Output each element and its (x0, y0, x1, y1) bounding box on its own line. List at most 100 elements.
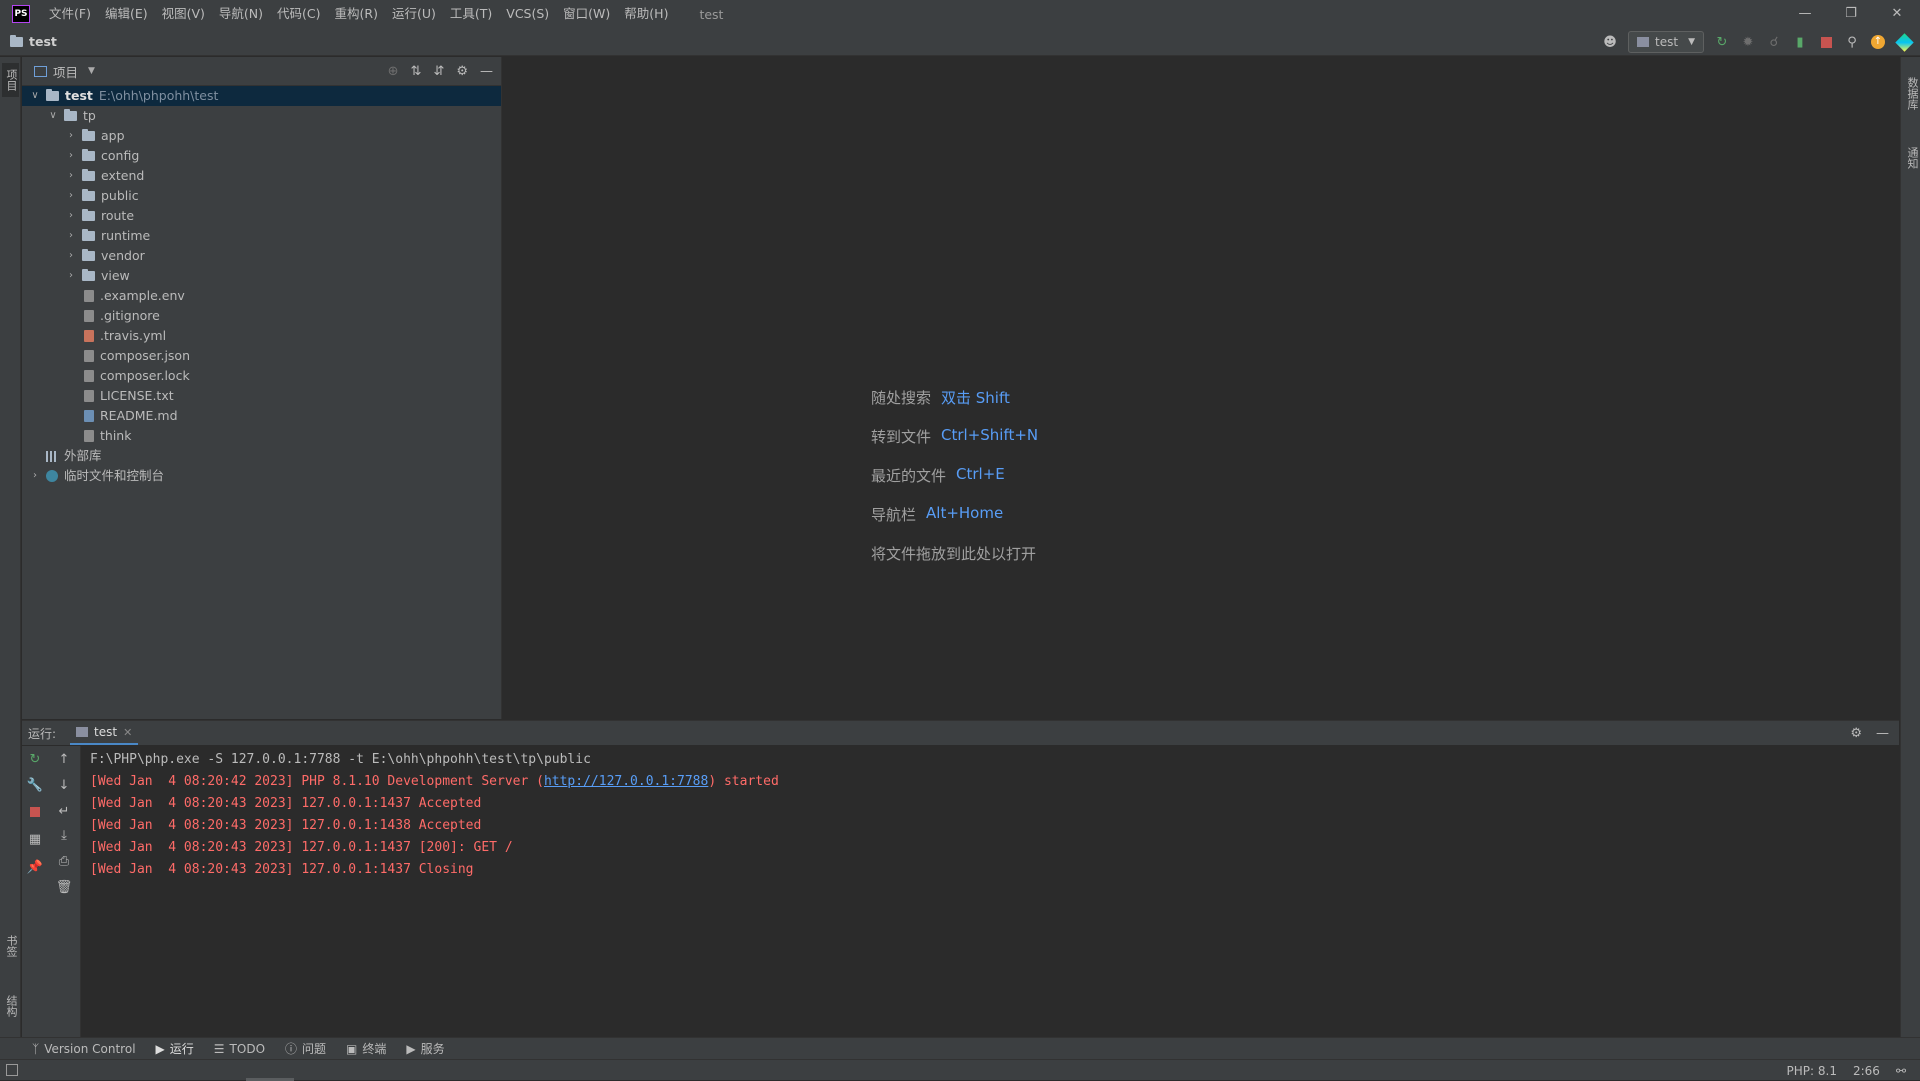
chevron-right-icon[interactable]: › (64, 246, 78, 266)
restore-icon[interactable]: ❐ (1828, 0, 1874, 28)
tree-scratches[interactable]: › 临时文件和控制台 (22, 466, 501, 486)
chevron-right-icon[interactable]: › (64, 126, 78, 146)
tree-file[interactable]: composer.lock (22, 366, 501, 386)
chevron-right-icon[interactable]: › (64, 146, 78, 166)
layout-icon[interactable]: ▦ (22, 832, 48, 847)
chevron-down-icon[interactable]: ∨ (28, 86, 42, 106)
debug-icon[interactable]: ✹ (1740, 34, 1756, 50)
gear-icon[interactable]: ⚙ (456, 64, 468, 79)
chevron-right-icon[interactable]: › (64, 206, 78, 226)
menu-file[interactable]: 文件(F) (42, 0, 98, 28)
stop-icon[interactable] (1818, 34, 1834, 50)
run-tab-test[interactable]: test ✕ (70, 721, 139, 745)
search-icon[interactable]: ⚲ (1844, 34, 1860, 50)
project-tree: ∨ test E:\ohh\phpohh\test ∨ tp › app › con… (22, 86, 501, 486)
tab-problems[interactable]: ⓘ 问题 (285, 1040, 326, 1057)
arrow-down-icon[interactable]: ↓ (51, 778, 77, 793)
menu-navigate[interactable]: 导航(N) (212, 0, 270, 28)
yaml-file-icon (84, 330, 94, 342)
chevron-right-icon[interactable]: › (64, 166, 78, 186)
php-version[interactable]: PHP: 8.1 (1787, 1064, 1837, 1078)
caret-position[interactable]: 2:66 (1853, 1064, 1880, 1078)
tab-terminal[interactable]: ▣ 终端 (346, 1040, 386, 1057)
console-output[interactable]: F:\PHP\php.exe -S 127.0.0.1:7788 -t E:\o… (90, 749, 779, 881)
console-line: [Wed Jan 4 08:20:42 2023] PHP 8.1.10 Dev… (90, 771, 779, 793)
tree-folder-view[interactable]: › view (22, 266, 501, 286)
update-icon[interactable]: ↑ (1870, 34, 1886, 50)
tree-folder-tp[interactable]: ∨ tp (22, 106, 501, 126)
tree-folder-public[interactable]: › public (22, 186, 501, 206)
menu-edit[interactable]: 编辑(E) (98, 0, 155, 28)
chevron-right-icon[interactable]: › (64, 266, 78, 286)
gear-icon[interactable]: ⚙ (1850, 726, 1862, 741)
project-tool-tab[interactable]: 项目 (2, 63, 19, 97)
tree-folder-extend[interactable]: › extend (22, 166, 501, 186)
tree-file[interactable]: README.md (22, 406, 501, 426)
tree-folder-config[interactable]: › config (22, 146, 501, 166)
menu-help[interactable]: 帮助(H) (617, 0, 675, 28)
toggle-tool-windows-icon[interactable] (6, 1064, 18, 1076)
menu-window[interactable]: 窗口(W) (556, 0, 617, 28)
chevron-right-icon[interactable]: › (28, 466, 42, 486)
tree-file[interactable]: think (22, 426, 501, 446)
menu-code[interactable]: 代码(C) (270, 0, 327, 28)
coverage-icon[interactable]: ☌ (1766, 34, 1782, 50)
tab-todo[interactable]: ☰ TODO (214, 1042, 265, 1056)
chevron-down-icon[interactable]: ▼ (88, 66, 95, 76)
minimize-icon[interactable]: — (1782, 0, 1828, 28)
tree-file[interactable]: .gitignore (22, 306, 501, 326)
tree-folder-route[interactable]: › route (22, 206, 501, 226)
breadcrumb[interactable]: test (10, 34, 57, 49)
toolbox-icon[interactable] (1894, 32, 1914, 52)
rerun-icon[interactable]: ↻ (22, 752, 48, 767)
lock-icon[interactable]: ⚯ (1896, 1064, 1906, 1078)
editor-area[interactable]: 随处搜索 双击 Shift 转到文件 Ctrl+Shift+N 最近的文件 Ctrl+… (503, 57, 1899, 719)
soft-wrap-icon[interactable]: ↵ (51, 804, 77, 819)
menu-run[interactable]: 运行(U) (385, 0, 443, 28)
chevron-right-icon[interactable]: › (64, 186, 78, 206)
locate-icon[interactable]: ⊕ (388, 64, 399, 79)
arrow-up-icon[interactable]: ↑ (51, 752, 77, 767)
stop-icon[interactable] (22, 806, 48, 821)
collapse-all-icon[interactable]: ⇵ (433, 64, 444, 79)
database-tool-tab[interactable]: 数据库 (1903, 65, 1920, 121)
hide-panel-icon[interactable]: — (1876, 726, 1889, 741)
rerun-icon[interactable]: ↻ (1714, 34, 1730, 50)
chevron-right-icon[interactable]: › (64, 226, 78, 246)
tab-version-control[interactable]: ᛉ Version Control (32, 1042, 136, 1056)
menu-view[interactable]: 视图(V) (155, 0, 212, 28)
user-icon[interactable]: ☻ (1602, 34, 1618, 50)
tab-run[interactable]: ▶ 运行 (156, 1040, 194, 1057)
run-config-selector[interactable]: test ▼ (1628, 31, 1704, 53)
chevron-down-icon: ▼ (1688, 37, 1695, 47)
close-icon[interactable]: ✕ (123, 726, 132, 739)
notifications-tool-tab[interactable]: 通知 (1903, 137, 1920, 179)
tree-root[interactable]: ∨ test E:\ohh\phpohh\test (22, 86, 501, 106)
server-url-link[interactable]: http://127.0.0.1:7788 (544, 774, 708, 789)
expand-all-icon[interactable]: ⇅ (411, 64, 422, 79)
chevron-down-icon[interactable]: ∨ (46, 106, 60, 126)
tree-file[interactable]: .travis.yml (22, 326, 501, 346)
tree-file[interactable]: composer.json (22, 346, 501, 366)
wrench-icon[interactable]: 🔧 (22, 778, 48, 793)
tree-folder-vendor[interactable]: › vendor (22, 246, 501, 266)
project-panel-title[interactable]: 项目 (53, 62, 78, 81)
print-icon[interactable]: ⎙ (51, 854, 77, 869)
pin-icon[interactable]: 📌 (22, 860, 48, 875)
structure-tool-tab[interactable]: 结构 (2, 985, 19, 1027)
tree-file[interactable]: LICENSE.txt (22, 386, 501, 406)
profile-icon[interactable]: ▮ (1792, 34, 1808, 50)
menu-tools[interactable]: 工具(T) (443, 0, 499, 28)
bookmarks-tool-tab[interactable]: 书签 (2, 925, 19, 967)
tab-services[interactable]: ▶ 服务 (406, 1040, 444, 1057)
tree-folder-app[interactable]: › app (22, 126, 501, 146)
menu-vcs[interactable]: VCS(S) (499, 0, 556, 28)
tree-external-libraries[interactable]: 外部库 (22, 446, 501, 466)
close-icon[interactable]: ✕ (1874, 0, 1920, 28)
hide-panel-icon[interactable]: — (480, 64, 493, 79)
tree-file[interactable]: .example.env (22, 286, 501, 306)
trash-icon[interactable]: 🗑 (51, 880, 77, 895)
tree-folder-runtime[interactable]: › runtime (22, 226, 501, 246)
scroll-to-end-icon[interactable]: ⤓ (51, 828, 77, 843)
menu-refactor[interactable]: 重构(R) (328, 0, 385, 28)
